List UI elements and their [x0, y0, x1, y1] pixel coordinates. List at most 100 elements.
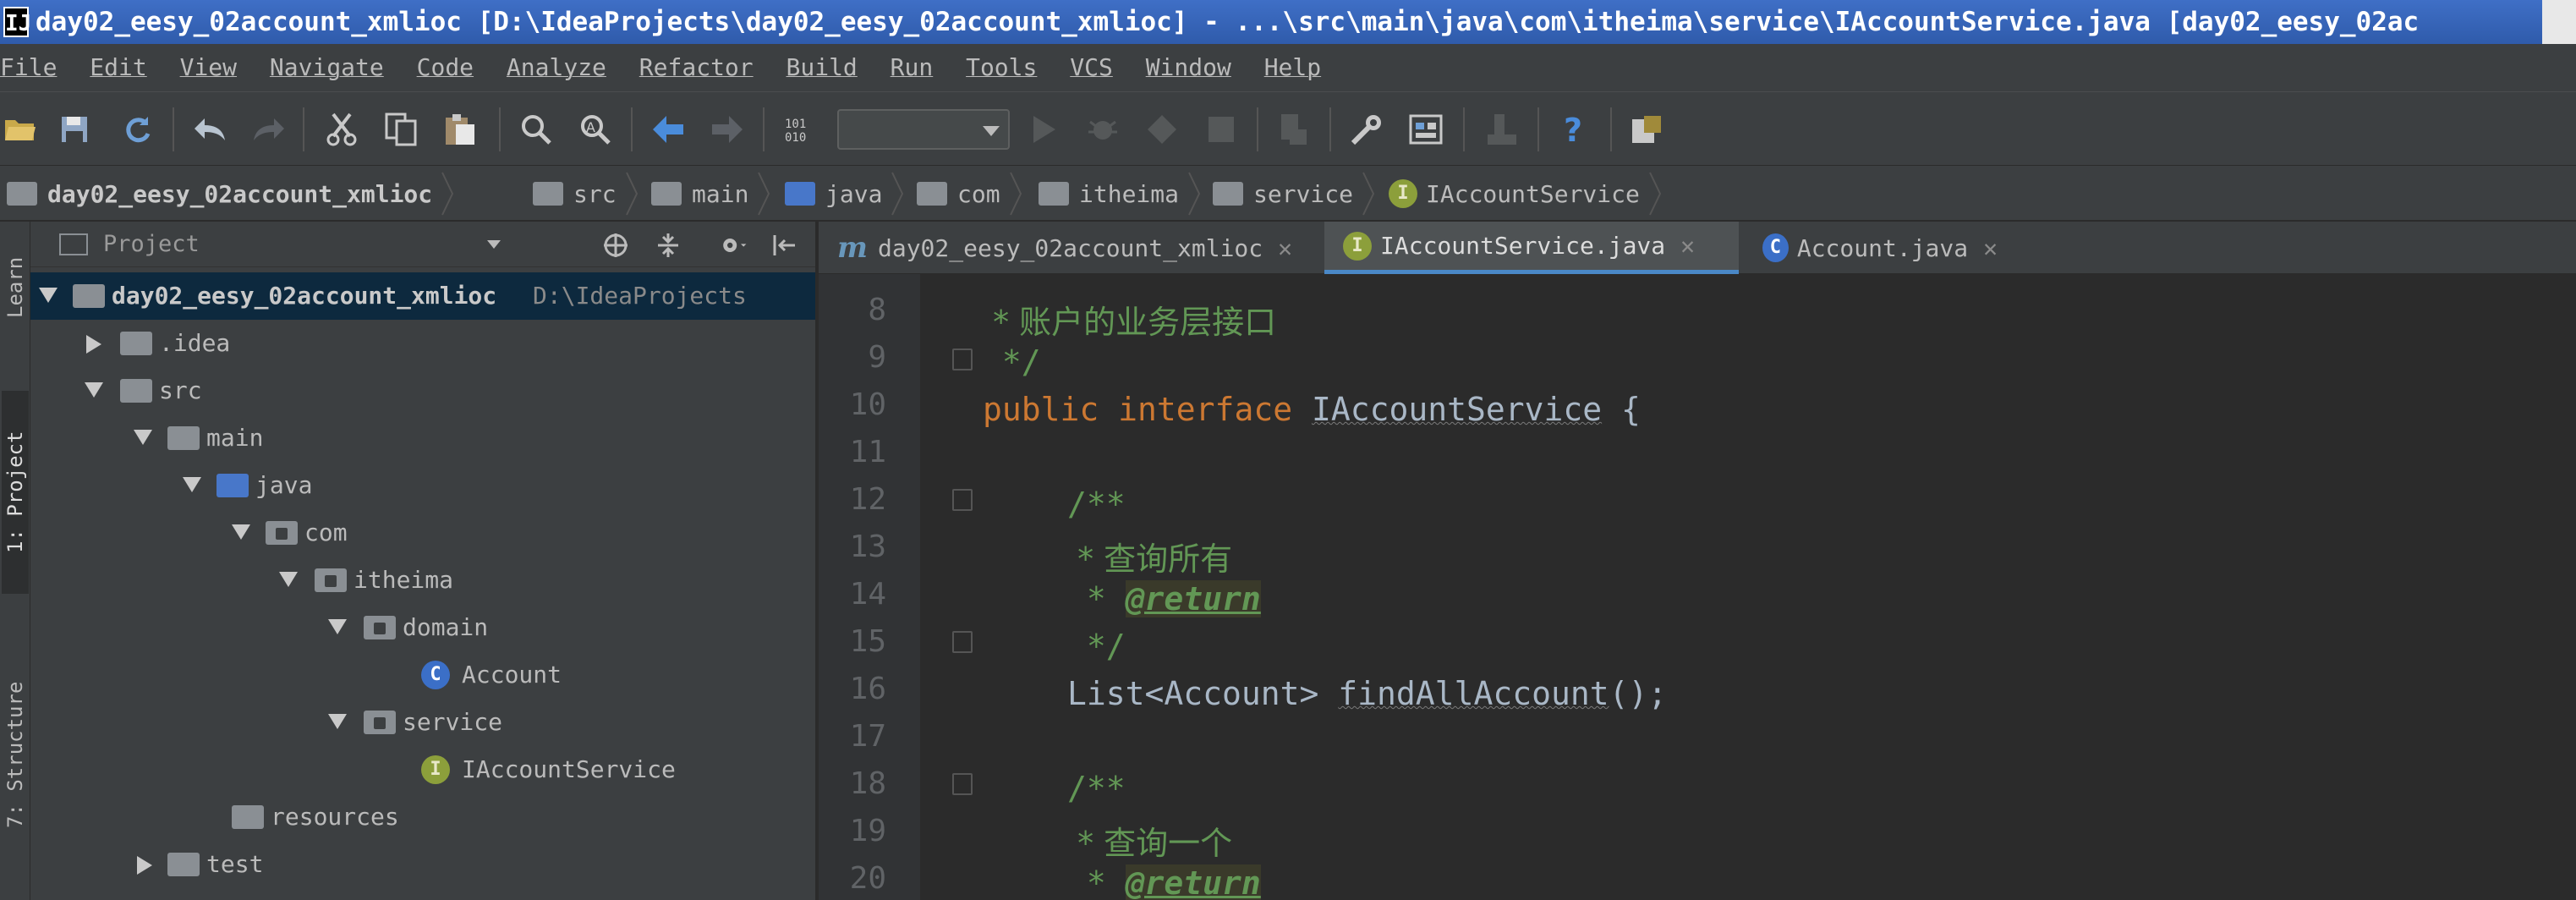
vcs-icon[interactable]	[1629, 111, 1666, 148]
save-all-icon[interactable]	[56, 111, 93, 148]
hide-panel-icon[interactable]	[771, 232, 798, 259]
menu-tools[interactable]: Tools	[966, 53, 1037, 81]
tab-iaccountservice[interactable]: I IAccountService.java ✕	[1324, 222, 1739, 274]
back-icon[interactable]	[649, 111, 687, 148]
sync-icon[interactable]	[118, 111, 156, 148]
fold-end-icon[interactable]	[952, 631, 973, 653]
tab-pom[interactable]: m day02_eesy_02account_xmlioc ✕	[819, 222, 1319, 274]
expand-arrow-icon[interactable]	[39, 288, 58, 303]
copy-icon[interactable]	[382, 111, 419, 148]
sdk-icon[interactable]	[1483, 111, 1521, 148]
redo-icon[interactable]	[250, 111, 288, 148]
fold-end-icon[interactable]	[952, 348, 973, 370]
breadcrumb-java[interactable]: java	[785, 166, 906, 222]
package-icon	[315, 568, 347, 592]
help-icon[interactable]: ?	[1556, 111, 1593, 148]
menu-build[interactable]: Build	[787, 53, 858, 81]
expand-arrow-icon[interactable]	[279, 572, 298, 587]
tree-label: itheima	[354, 566, 454, 594]
breadcrumb-module[interactable]: day02_eesy_02account_xmlioc	[7, 166, 456, 222]
tree-label: com	[304, 519, 348, 546]
comment-token: *	[1067, 864, 1126, 900]
tree-row-itheima[interactable]: itheima	[30, 557, 815, 604]
expand-arrow-icon[interactable]	[183, 477, 201, 492]
project-structure-icon[interactable]	[1407, 111, 1444, 148]
tree-row-java[interactable]: java	[30, 462, 815, 509]
menu-view[interactable]: View	[180, 53, 237, 81]
tool-tab-structure[interactable]: 7: Structure	[2, 628, 29, 881]
run-configuration-select[interactable]	[837, 109, 1010, 150]
breadcrumb-service[interactable]: service	[1213, 166, 1377, 222]
svg-text:010: 010	[785, 131, 806, 145]
tool-tab-project[interactable]: 1: Project	[2, 391, 29, 594]
javadoc-tag-token: @return	[1125, 580, 1261, 617]
tab-account[interactable]: C Account.java ✕	[1744, 222, 1998, 274]
coverage-icon[interactable]	[1143, 111, 1181, 148]
settings-icon[interactable]	[1348, 111, 1385, 148]
tree-row-test[interactable]: test	[30, 841, 815, 888]
code-editor[interactable]: 8 9 10 11 12 13 14 15 16 17 18 19 20 * 账…	[819, 274, 2576, 900]
expand-arrow-icon[interactable]	[85, 382, 103, 398]
tree-row-module[interactable]: day02_eesy_02account_xmlioc D:\IdeaProje…	[30, 272, 815, 320]
breadcrumb-iaccountservice[interactable]: I IAccountService	[1389, 166, 1663, 222]
menu-run[interactable]: Run	[891, 53, 934, 81]
tree-row-domain[interactable]: domain	[30, 604, 815, 651]
stop-icon[interactable]	[1203, 111, 1240, 148]
tree-row-service[interactable]: service	[30, 699, 815, 746]
chevron-down-icon[interactable]	[487, 240, 501, 249]
fold-start-icon[interactable]	[952, 489, 973, 511]
close-icon[interactable]: ✕	[1278, 234, 1292, 262]
tree-row-resources[interactable]: resources	[30, 793, 815, 841]
expand-arrow-icon[interactable]	[328, 619, 347, 634]
cut-icon[interactable]	[323, 111, 360, 148]
breadcrumb-itheima[interactable]: itheima	[1039, 166, 1203, 222]
menu-window[interactable]: Window	[1146, 53, 1231, 81]
undo-icon[interactable]	[191, 111, 228, 148]
expand-arrow-icon[interactable]	[232, 524, 250, 540]
tool-tab-learn[interactable]: Learn	[2, 228, 29, 347]
menu-file[interactable]: File	[0, 53, 57, 81]
paste-icon[interactable]	[441, 111, 479, 148]
replace-icon[interactable]: A	[577, 111, 614, 148]
breadcrumb-src[interactable]: src	[533, 166, 640, 222]
tree-row-idea[interactable]: .idea	[30, 320, 815, 367]
menu-help[interactable]: Help	[1264, 53, 1321, 81]
debug-icon[interactable]	[1084, 111, 1121, 148]
gear-icon[interactable]	[721, 232, 748, 259]
menu-analyze[interactable]: Analyze	[507, 53, 606, 81]
fold-start-icon[interactable]	[952, 773, 973, 795]
forward-icon[interactable]	[709, 111, 746, 148]
line-number: 13	[849, 530, 886, 564]
project-tool-window: Project day02_eesy_02account_xmlioc D:\I…	[30, 222, 817, 900]
project-panel-title[interactable]: Project	[103, 222, 200, 267]
close-icon[interactable]: ✕	[1680, 232, 1695, 260]
collapse-all-icon[interactable]	[655, 232, 682, 259]
find-icon[interactable]	[518, 111, 555, 148]
run-icon[interactable]	[1025, 111, 1062, 148]
resources-folder-icon	[232, 805, 264, 829]
package-icon	[917, 182, 947, 206]
open-icon[interactable]	[2, 111, 39, 148]
breadcrumb-com[interactable]: com	[917, 166, 1024, 222]
menu-code[interactable]: Code	[417, 53, 474, 81]
build-icon[interactable]: 101 010	[781, 111, 819, 148]
breadcrumb-label: java	[825, 179, 883, 208]
expand-arrow-icon[interactable]	[134, 430, 152, 445]
tree-row-account[interactable]: C Account	[30, 651, 815, 699]
expand-arrow-icon[interactable]	[328, 714, 347, 729]
menu-vcs[interactable]: VCS	[1070, 53, 1113, 81]
menu-refactor[interactable]: Refactor	[639, 53, 754, 81]
tree-row-src[interactable]: src	[30, 367, 815, 414]
tree-row-com[interactable]: com	[30, 509, 815, 557]
menu-edit[interactable]: Edit	[90, 53, 146, 81]
tree-row-iaccountservice[interactable]: I IAccountService	[30, 746, 815, 793]
scroll-from-source-icon[interactable]	[602, 232, 629, 259]
breadcrumb-main[interactable]: main	[651, 166, 772, 222]
collapsed-arrow-icon[interactable]	[86, 335, 101, 354]
attach-icon[interactable]	[1275, 111, 1313, 148]
menu-navigate[interactable]: Navigate	[270, 53, 384, 81]
collapsed-arrow-icon[interactable]	[137, 856, 152, 875]
code-line-14: * @return	[1067, 580, 1261, 617]
close-icon[interactable]: ✕	[1983, 234, 1998, 262]
tree-row-main[interactable]: main	[30, 414, 815, 462]
